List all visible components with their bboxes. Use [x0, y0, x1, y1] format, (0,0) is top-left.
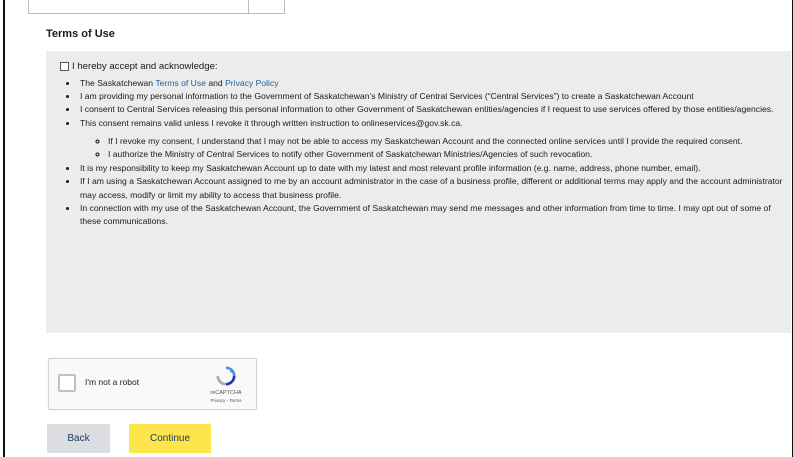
recaptcha-logo-icon: [216, 366, 236, 386]
bullet1-and: and: [205, 78, 226, 88]
field-divider: [248, 0, 249, 14]
recaptcha-checkbox[interactable]: [58, 374, 76, 392]
bullet4-text: This consent remains valid unless I revo…: [80, 117, 463, 128]
terms-panel: I hereby accept and acknowledge: The Sas…: [46, 51, 791, 333]
accept-checkbox[interactable]: [60, 62, 69, 71]
recaptcha-brand: reCAPTCHA: [210, 390, 242, 396]
list-item: This consent remains valid unless I revo…: [78, 117, 790, 162]
privacy-policy-link[interactable]: Privacy Policy: [225, 78, 278, 88]
recaptcha-links[interactable]: Privacy - Terms: [206, 398, 246, 403]
list-item: I consent to Central Services releasing …: [78, 103, 790, 116]
list-item: It is my responsibility to keep my Saska…: [78, 162, 790, 175]
back-button[interactable]: Back: [47, 424, 110, 453]
list-item: In connection with my use of the Saskatc…: [78, 202, 790, 228]
accept-label: I hereby accept and acknowledge:: [72, 61, 218, 72]
terms-heading: Terms of Use: [46, 28, 115, 40]
sub-list-item: I authorize the Ministry of Central Serv…: [108, 148, 790, 161]
recaptcha-label: I'm not a robot: [85, 377, 140, 387]
previous-field[interactable]: [28, 0, 285, 14]
list-item: If I am using a Saskatchewan Account ass…: [78, 175, 790, 201]
recaptcha-widget: I'm not a robot reCAPTCHA Privacy - Term…: [48, 358, 257, 410]
accept-row[interactable]: I hereby accept and acknowledge:: [60, 61, 218, 72]
list-item: I am providing my personal information t…: [78, 90, 790, 103]
continue-button[interactable]: Continue: [129, 424, 211, 453]
terms-of-use-link[interactable]: Terms of Use: [155, 78, 206, 88]
sub-list-item: If I revoke my consent, I understand tha…: [108, 135, 790, 148]
list-item: The Saskatchewan Terms of Use and Privac…: [78, 77, 790, 90]
bullet1-text: The Saskatchewan: [80, 78, 156, 88]
revocation-sublist: If I revoke my consent, I understand tha…: [80, 135, 790, 161]
terms-list: The Saskatchewan Terms of Use and Privac…: [68, 77, 790, 228]
